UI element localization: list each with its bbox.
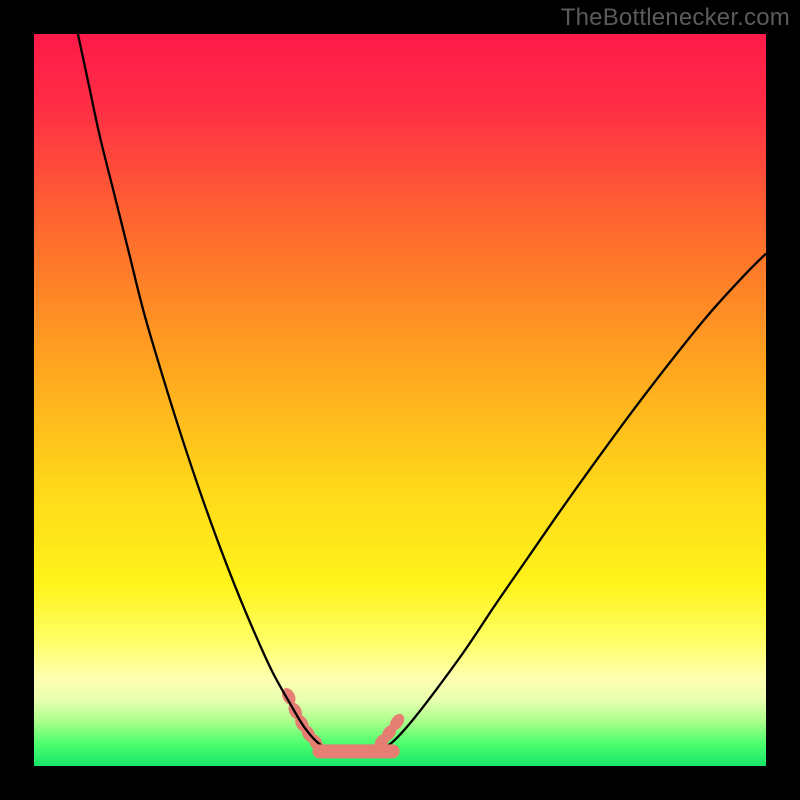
plot-area [34, 34, 766, 766]
chart-frame: TheBottlenecker.com [0, 0, 800, 800]
watermark-text: TheBottlenecker.com [561, 4, 790, 32]
right-curve [378, 254, 766, 752]
curves-svg [34, 34, 766, 766]
left-curve [78, 34, 334, 751]
